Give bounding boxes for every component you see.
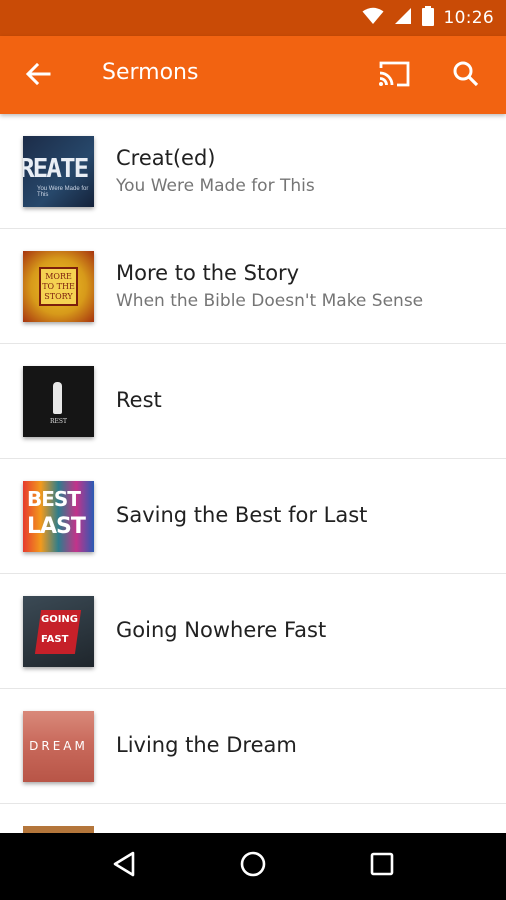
home-circle-icon bbox=[239, 850, 267, 883]
cast-button[interactable] bbox=[374, 58, 414, 94]
cast-icon bbox=[377, 60, 411, 93]
artwork-text: BEST bbox=[27, 487, 81, 511]
sermon-artwork: GOING FAST bbox=[23, 596, 94, 667]
wifi-icon bbox=[362, 7, 384, 30]
list-item[interactable]: GOING FAST Going Nowhere Fast bbox=[0, 574, 506, 689]
page-title: Sermons bbox=[102, 60, 199, 85]
search-icon bbox=[452, 60, 480, 93]
sermon-list: REATE You Were Made for This Creat(ed) Y… bbox=[0, 114, 506, 833]
list-item[interactable]: BEST LAST Saving the Best for Last bbox=[0, 459, 506, 574]
battery-icon bbox=[421, 5, 434, 31]
artwork-text: MORE bbox=[45, 271, 72, 281]
list-item[interactable]: DREAM Living the Dream bbox=[0, 689, 506, 804]
search-button[interactable] bbox=[448, 58, 484, 94]
list-item[interactable]: REATE You Were Made for This Creat(ed) Y… bbox=[0, 114, 506, 229]
sermon-title: Saving the Best for Last bbox=[116, 503, 368, 527]
sermon-title: Living the Dream bbox=[116, 733, 297, 757]
sermon-artwork: REATE You Were Made for This bbox=[23, 136, 94, 207]
cellular-signal-icon bbox=[394, 7, 412, 30]
sermon-title: Rest bbox=[116, 388, 162, 412]
nav-back-button[interactable] bbox=[104, 847, 144, 887]
recents-square-icon bbox=[369, 851, 395, 882]
artwork-text: GOING bbox=[41, 614, 79, 625]
sermon-subtitle: When the Bible Doesn't Make Sense bbox=[116, 291, 424, 311]
app-bar: Sermons bbox=[0, 36, 506, 114]
sermon-artwork: BEST LAST bbox=[23, 481, 94, 552]
sermon-artwork: DREAM bbox=[23, 711, 94, 782]
sermon-title: Creat(ed) bbox=[116, 146, 216, 170]
sermon-artwork bbox=[23, 826, 94, 833]
nav-home-button[interactable] bbox=[233, 847, 273, 887]
status-bar: 10:26 bbox=[0, 0, 506, 36]
back-button[interactable] bbox=[20, 58, 56, 94]
sermon-title: More to the Story bbox=[116, 261, 300, 285]
artwork-text: LAST bbox=[27, 514, 86, 539]
artwork-text: STORY bbox=[44, 291, 73, 301]
sermon-title: Going Nowhere Fast bbox=[116, 618, 327, 642]
system-nav-bar bbox=[0, 833, 506, 900]
artwork-text: REATE bbox=[23, 154, 89, 184]
list-item[interactable]: MORE TO THE STORY More to the Story When… bbox=[0, 229, 506, 344]
arrow-back-icon bbox=[25, 62, 51, 91]
artwork-subtext: You Were Made for This bbox=[37, 186, 89, 198]
list-item[interactable]: REST Rest bbox=[0, 344, 506, 459]
artwork-text: DREAM bbox=[29, 739, 88, 753]
artwork-text: TO THE bbox=[42, 281, 75, 291]
artwork-text: REST bbox=[49, 418, 67, 425]
sermon-subtitle: You Were Made for This bbox=[116, 176, 315, 196]
list-item[interactable] bbox=[0, 804, 506, 833]
back-triangle-icon bbox=[111, 850, 137, 883]
artwork-text: FAST bbox=[41, 634, 69, 645]
sermon-artwork: REST bbox=[23, 366, 94, 437]
status-time: 10:26 bbox=[443, 8, 494, 28]
nav-recents-button[interactable] bbox=[362, 847, 402, 887]
sermon-artwork: MORE TO THE STORY bbox=[23, 251, 94, 322]
